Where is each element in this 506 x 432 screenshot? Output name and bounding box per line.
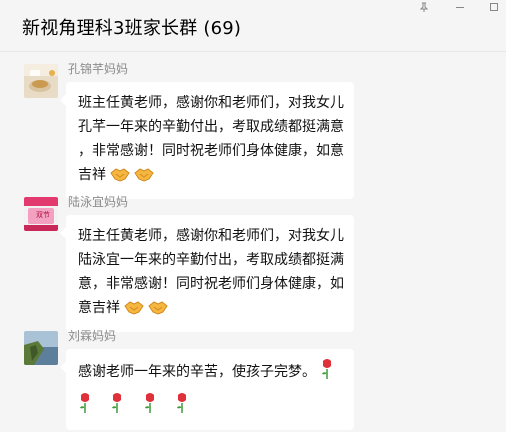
message-text-line: 陆泳宜一年来的辛勤付出，考取成绩都挺满	[78, 252, 344, 268]
message-text-line: 意吉祥	[78, 296, 344, 324]
handshake-icon	[148, 298, 168, 324]
avatar[interactable]: 双节	[24, 197, 58, 231]
rose-icon	[110, 392, 124, 422]
message-text-line: 班主任黄老师，感谢你和老师们，对我女儿	[78, 95, 344, 111]
minimize-icon[interactable]	[452, 1, 468, 13]
avatar-banner-text: 双节	[36, 211, 50, 219]
pin-icon[interactable]	[416, 1, 432, 13]
sender-name: 孔锦芊妈妈	[68, 62, 129, 76]
message-text-line: 班主任黄老师，感谢你和老师们，对我女儿	[78, 228, 344, 244]
rose-icon	[320, 358, 334, 388]
message-bubble[interactable]: 班主任黄老师，感谢你和老师们，对我女儿 陆泳宜一年来的辛勤付出，考取成绩都挺满 …	[60, 215, 354, 332]
message-bubble[interactable]: 感谢老师一年来的辛苦，使孩子完梦。	[60, 349, 354, 430]
maximize-icon[interactable]	[486, 1, 502, 13]
message-text-line: 感谢老师一年来的辛苦，使孩子完梦。	[78, 358, 344, 388]
message-text-line: 意，非常感谢！同时祝老师们身体健康，如	[78, 276, 344, 292]
rose-icon	[78, 392, 92, 422]
sender-name: 陆泳宜妈妈	[68, 195, 129, 209]
rose-icon	[143, 392, 157, 422]
handshake-icon	[110, 165, 130, 191]
avatar[interactable]	[24, 64, 58, 98]
handshake-icon	[134, 165, 154, 191]
chat-title[interactable]: 新视角理科3班家长群 (69)	[22, 14, 241, 40]
avatar[interactable]	[24, 331, 58, 365]
message-text-line: 吉祥	[78, 163, 344, 191]
handshake-icon	[124, 298, 144, 324]
message-bubble[interactable]: 班主任黄老师，感谢你和老师们，对我女儿 孔芊一年来的辛勤付出，考取成绩都挺满意 …	[60, 82, 354, 199]
message-text-line: 孔芊一年来的辛勤付出，考取成绩都挺满意	[78, 119, 344, 135]
rose-icon	[175, 392, 189, 422]
sender-name: 刘霖妈妈	[68, 329, 117, 343]
message-text-line: ，非常感谢！同时祝老师们身体健康，如意	[78, 143, 344, 159]
message-text-line	[78, 392, 344, 422]
